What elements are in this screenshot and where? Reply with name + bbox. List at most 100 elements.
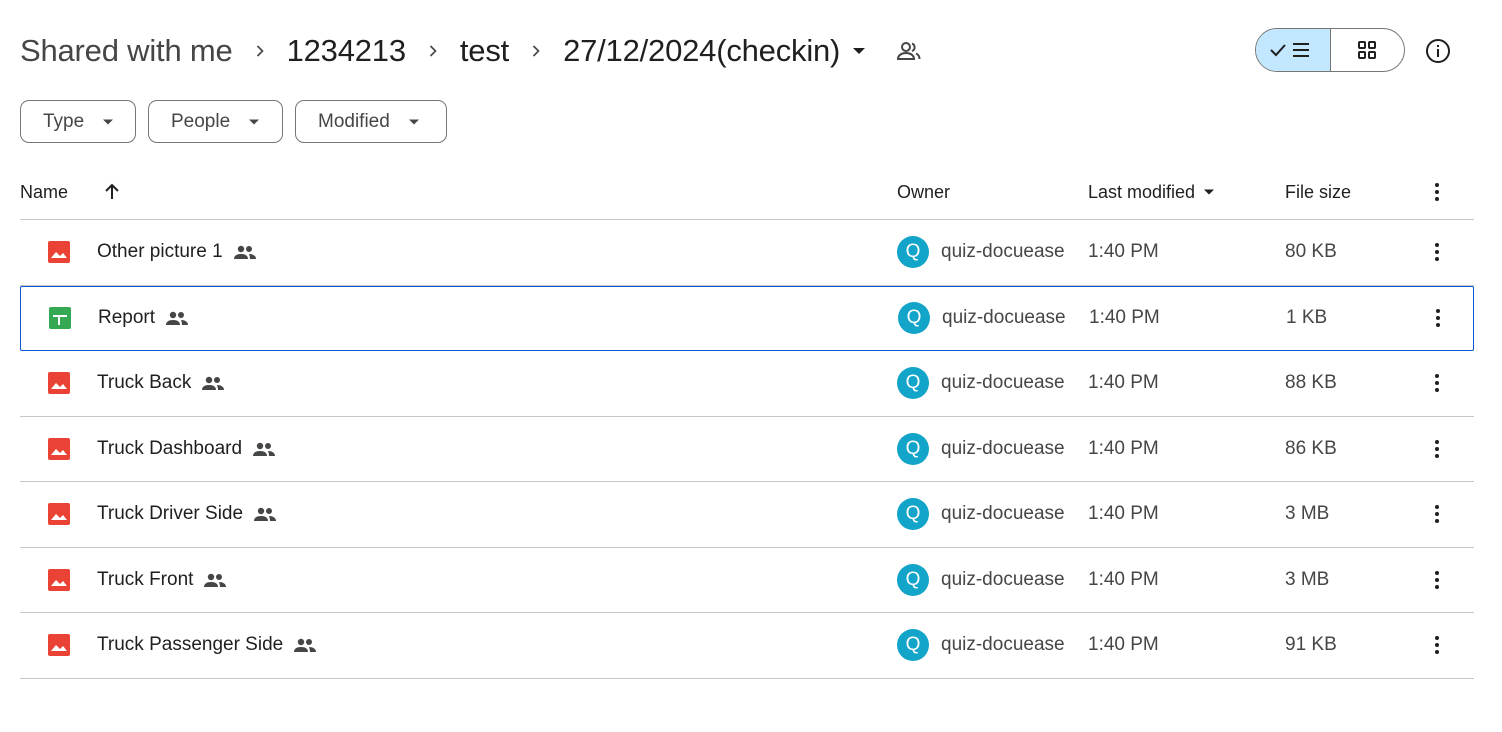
people-icon xyxy=(293,637,317,653)
modified-filter-chip[interactable]: Modified xyxy=(295,100,447,143)
file-name: Truck Passenger Side xyxy=(97,634,284,656)
table-row[interactable]: Report Qquiz-docuease 1:40 PM 1 KB xyxy=(20,285,1474,351)
file-name-cell: Other picture 1 xyxy=(97,220,257,285)
file-name: Truck Back xyxy=(97,372,192,394)
file-name: Report xyxy=(98,307,156,329)
image-file-icon xyxy=(47,351,71,416)
people-filter-chip[interactable]: People xyxy=(148,100,283,143)
last-modified-value: 1:40 PM xyxy=(1089,307,1160,329)
file-size-column-header[interactable]: File size xyxy=(1285,164,1351,220)
people-icon xyxy=(233,244,257,260)
file-name-cell: Truck Back xyxy=(97,351,225,416)
table-row[interactable]: Truck Back Qquiz-docuease 1:40 PM 88 KB xyxy=(20,351,1474,417)
spreadsheet-file-icon xyxy=(48,287,72,351)
image-file-icon xyxy=(47,417,71,482)
chevron-right-icon xyxy=(509,41,563,61)
owner-cell: Qquiz-docuease xyxy=(897,220,1065,285)
owner-cell: Qquiz-docuease xyxy=(897,417,1065,482)
file-rows: Other picture 1 Qquiz-docuease 1:40 PM 80 K… xyxy=(20,220,1474,679)
more-vert-icon[interactable] xyxy=(1425,220,1449,285)
avatar[interactable]: Q xyxy=(897,367,929,400)
file-size-value: 1 KB xyxy=(1286,307,1328,329)
file-name-cell: Truck Passenger Side xyxy=(97,613,317,678)
owner-name: quiz-docuease xyxy=(941,634,1065,656)
more-vert-icon[interactable] xyxy=(1425,351,1449,416)
more-vert-icon[interactable] xyxy=(1425,613,1449,678)
avatar[interactable]: Q xyxy=(897,563,929,596)
file-name-cell: Report xyxy=(98,287,189,351)
more-vert-icon[interactable] xyxy=(1425,548,1449,613)
owner-cell: Qquiz-docuease xyxy=(897,613,1065,678)
file-name: Truck Front xyxy=(97,568,194,590)
avatar[interactable]: Q xyxy=(898,302,930,335)
file-size-value: 91 KB xyxy=(1285,634,1337,656)
owner-name: quiz-docuease xyxy=(941,372,1065,394)
file-name-cell: Truck Dashboard xyxy=(97,417,276,482)
avatar[interactable]: Q xyxy=(897,236,929,269)
list-view-icon xyxy=(1270,43,1309,57)
last-modified-value: 1:40 PM xyxy=(1088,437,1159,459)
owner-cell: Qquiz-docuease xyxy=(897,351,1065,416)
type-filter-chip[interactable]: Type xyxy=(20,100,136,143)
shared-folder-icon xyxy=(896,40,922,62)
image-file-icon xyxy=(47,613,71,678)
last-modified-value: 1:40 PM xyxy=(1088,241,1159,263)
table-header: Name Owner Last modified File size xyxy=(20,164,1474,220)
table-row[interactable]: Other picture 1 Qquiz-docuease 1:40 PM 80 K… xyxy=(20,220,1474,286)
table-row[interactable]: Truck Dashboard Qquiz-docuease 1:40 PM 86 K… xyxy=(20,416,1474,482)
owner-column-header[interactable]: Owner xyxy=(897,164,950,220)
caret-down-icon xyxy=(1203,188,1215,196)
people-icon xyxy=(165,310,189,326)
owner-name: quiz-docuease xyxy=(942,307,1066,329)
owner-name: quiz-docuease xyxy=(941,241,1065,263)
more-vert-icon[interactable] xyxy=(1426,287,1450,351)
more-vert-icon[interactable] xyxy=(1425,164,1449,220)
chevron-right-icon xyxy=(233,41,287,61)
last-modified-value: 1:40 PM xyxy=(1088,503,1159,525)
file-size-value: 88 KB xyxy=(1285,372,1337,394)
file-name: Truck Driver Side xyxy=(97,503,244,525)
caret-down-icon xyxy=(852,46,866,56)
avatar[interactable]: Q xyxy=(897,432,929,465)
table-row[interactable]: Truck Passenger Side Qquiz-docuease 1:40 P… xyxy=(20,613,1474,679)
chevron-right-icon xyxy=(406,41,460,61)
caret-down-icon xyxy=(249,119,260,124)
drive-file-browser: Shared with me 1234213 test 27/12/2024(c… xyxy=(0,0,1502,732)
more-vert-icon[interactable] xyxy=(1425,482,1449,547)
avatar[interactable]: Q xyxy=(897,629,929,662)
owner-name: quiz-docuease xyxy=(941,503,1065,525)
people-icon xyxy=(252,441,276,457)
breadcrumb-current-folder[interactable]: 27/12/2024(checkin) xyxy=(563,33,866,69)
owner-cell: Qquiz-docuease xyxy=(898,287,1066,351)
info-button[interactable] xyxy=(1420,33,1456,69)
grid-view-icon xyxy=(1358,41,1377,59)
last-modified-header-label: Last modified xyxy=(1088,181,1196,202)
breadcrumb-folder-test[interactable]: test xyxy=(460,33,509,69)
grid-view-button[interactable] xyxy=(1331,29,1405,71)
avatar[interactable]: Q xyxy=(897,498,929,531)
current-folder-title: 27/12/2024(checkin) xyxy=(563,33,841,68)
people-icon xyxy=(203,572,227,588)
list-view-button[interactable] xyxy=(1256,29,1331,71)
modified-filter-label: Modified xyxy=(318,110,390,132)
last-modified-value: 1:40 PM xyxy=(1088,634,1159,656)
people-icon xyxy=(201,375,225,391)
breadcrumb-shared-with-me[interactable]: Shared with me xyxy=(20,33,233,69)
file-size-value: 3 MB xyxy=(1285,568,1330,590)
caret-down-icon xyxy=(408,119,419,124)
caret-down-icon xyxy=(103,119,114,124)
file-size-value: 3 MB xyxy=(1285,503,1330,525)
sort-arrow-up-icon[interactable] xyxy=(102,164,122,220)
name-column-header[interactable]: Name xyxy=(20,164,68,220)
people-filter-label: People xyxy=(171,110,231,132)
image-file-icon xyxy=(47,220,71,285)
table-row[interactable]: Truck Front Qquiz-docuease 1:40 PM 3 MB xyxy=(20,547,1474,613)
image-file-icon xyxy=(47,482,71,547)
last-modified-column-header[interactable]: Last modified xyxy=(1088,164,1215,220)
table-row[interactable]: Truck Driver Side Qquiz-docuease 1:40 PM 3 … xyxy=(20,482,1474,548)
people-icon xyxy=(253,506,277,522)
file-name: Other picture 1 xyxy=(97,241,223,263)
breadcrumb-folder-1234213[interactable]: 1234213 xyxy=(287,33,406,69)
view-toggle xyxy=(1255,28,1405,72)
more-vert-icon[interactable] xyxy=(1425,417,1449,482)
